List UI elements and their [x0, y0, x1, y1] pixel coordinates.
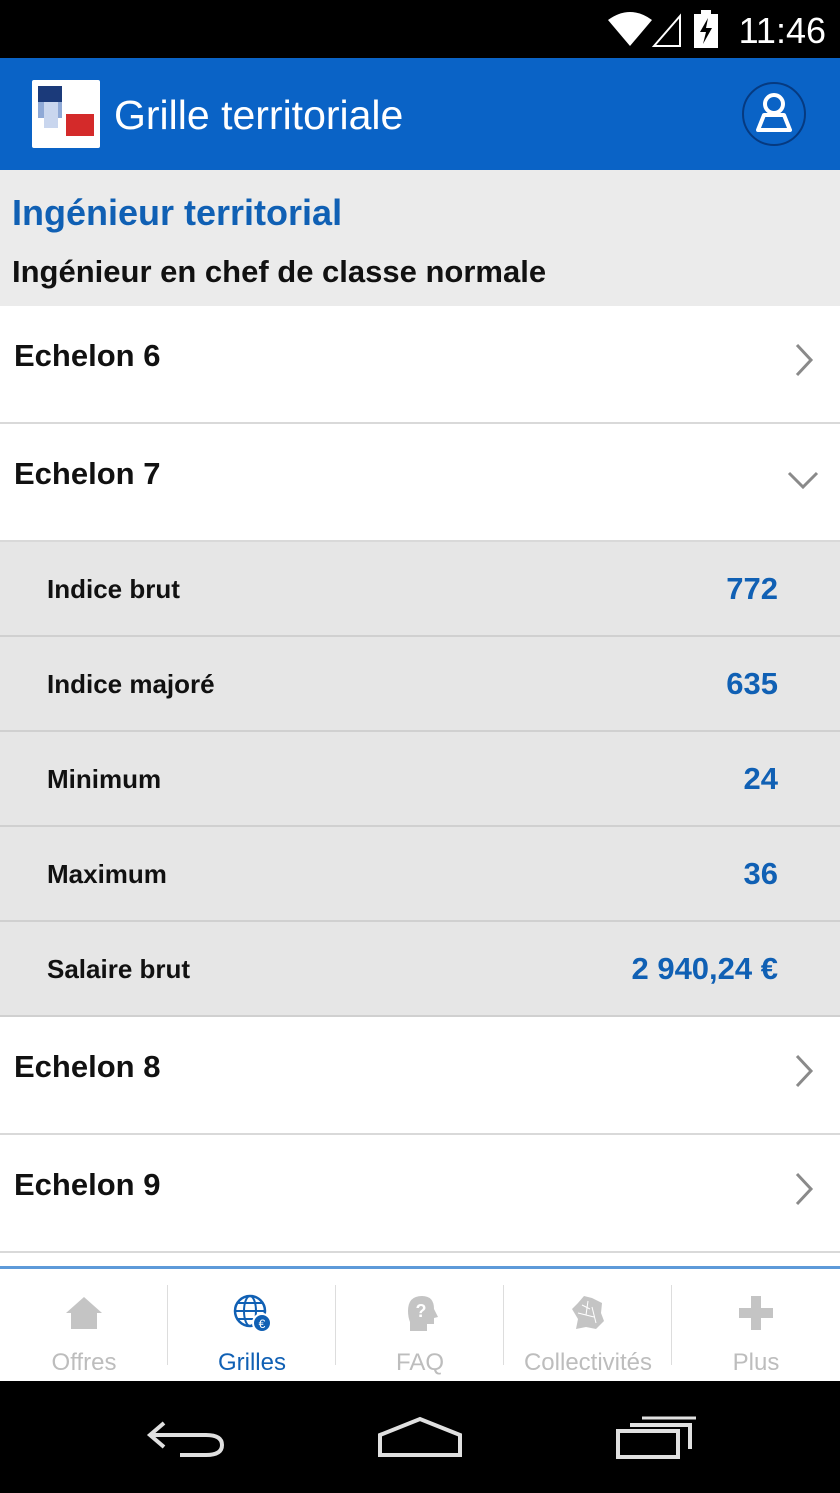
- echelon-label: Echelon 8: [14, 1049, 161, 1084]
- app-logo-icon: [32, 80, 100, 148]
- echelon-label: Echelon 7: [14, 456, 161, 491]
- detail-key: Indice majoré: [47, 669, 215, 699]
- tab-label: Offres: [51, 1349, 117, 1376]
- tab-label: FAQ: [395, 1349, 444, 1376]
- battery-charging-icon: [692, 10, 720, 53]
- svg-text:?: ?: [416, 1301, 427, 1321]
- status-clock: 11:46: [738, 10, 826, 51]
- page-title: Grille territoriale: [114, 92, 404, 138]
- tab-label: Plus: [732, 1349, 780, 1376]
- plus-icon: [739, 1296, 773, 1330]
- user-icon: [756, 93, 792, 132]
- tab-faq[interactable]: ? FAQ: [336, 1269, 504, 1381]
- tab-label: Grilles: [217, 1349, 286, 1376]
- question-head-icon: ?: [408, 1296, 438, 1331]
- detail-value: 772: [726, 571, 778, 606]
- echelon-label: Echelon 6: [14, 338, 161, 373]
- echelon-row-8[interactable]: Echelon 8: [0, 1017, 840, 1135]
- detail-value: 2 940,24 €: [631, 951, 778, 986]
- tab-plus[interactable]: Plus: [672, 1269, 840, 1381]
- bottom-tab-bar: Offres € Grilles ? FAQ Collectivités Plu…: [0, 1266, 840, 1381]
- status-bar: 11:46: [0, 0, 840, 58]
- echelon-details: Indice brut 772 Indice majoré 635 Minimu…: [0, 542, 840, 1017]
- tab-offres[interactable]: Offres: [0, 1269, 168, 1381]
- detail-row-salaire-brut: Salaire brut 2 940,24 €: [0, 922, 840, 1017]
- cadre-title: Ingénieur territorial: [12, 192, 343, 233]
- detail-key: Minimum: [47, 764, 162, 794]
- recents-button[interactable]: [614, 1415, 698, 1464]
- app-bar: Grille territoriale: [0, 58, 840, 170]
- chevron-right-icon: [794, 1171, 814, 1212]
- svg-text:€: €: [259, 1317, 266, 1331]
- home-button[interactable]: [376, 1415, 464, 1464]
- detail-key: Maximum: [47, 859, 167, 889]
- grade-subtitle: Ingénieur en chef de classe normale: [12, 254, 547, 289]
- detail-value: 36: [743, 856, 778, 891]
- grade-header: Ingénieur territorial Ingénieur en chef …: [0, 170, 840, 306]
- detail-row-maximum: Maximum 36: [0, 827, 840, 922]
- globe-euro-icon: €: [233, 1294, 272, 1333]
- profile-button[interactable]: [742, 82, 806, 146]
- detail-value: 635: [726, 666, 778, 701]
- detail-value: 24: [743, 761, 778, 796]
- detail-row-minimum: Minimum 24: [0, 732, 840, 827]
- chevron-down-icon: [786, 470, 820, 495]
- wifi-icon: [606, 10, 682, 53]
- detail-key: Salaire brut: [47, 954, 191, 984]
- detail-key: Indice brut: [47, 574, 180, 604]
- chevron-right-icon: [794, 1053, 814, 1094]
- back-arrow-icon: [146, 1421, 225, 1457]
- tab-collectivites[interactable]: Collectivités: [504, 1269, 672, 1381]
- chevron-right-icon: [794, 342, 814, 383]
- echelon-row-6[interactable]: Echelon 6: [0, 306, 840, 424]
- echelon-list[interactable]: Ingénieur territorial Ingénieur en chef …: [0, 170, 840, 1266]
- tab-grilles[interactable]: € Grilles: [168, 1269, 336, 1381]
- recents-icon: [616, 1416, 696, 1459]
- france-map-icon: [572, 1296, 604, 1329]
- echelon-label: Echelon 9: [14, 1167, 161, 1202]
- system-nav-bar: [0, 1381, 840, 1493]
- detail-row-indice-brut: Indice brut 772: [0, 542, 840, 637]
- home-icon: [66, 1297, 102, 1329]
- tab-label: Collectivités: [523, 1349, 653, 1376]
- echelon-row-9[interactable]: Echelon 9: [0, 1135, 840, 1253]
- detail-row-indice-majore: Indice majoré 635: [0, 637, 840, 732]
- echelon-row-7[interactable]: Echelon 7: [0, 424, 840, 542]
- back-button[interactable]: [146, 1415, 228, 1464]
- home-nav-icon: [378, 1416, 462, 1457]
